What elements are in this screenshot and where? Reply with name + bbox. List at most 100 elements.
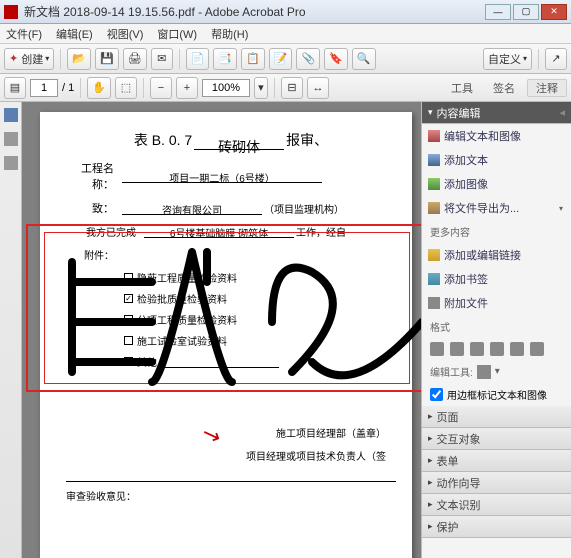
tool-d[interactable]: 📝 bbox=[269, 48, 293, 70]
titlebar: 新文档 2018-09-14 19.15.56.pdf - Adobe Acro… bbox=[0, 0, 571, 24]
page-thumb-button[interactable]: ▤ bbox=[4, 77, 26, 99]
add-link-button[interactable]: 添加或编辑链接 bbox=[422, 243, 571, 267]
fit-button[interactable]: ⊟ bbox=[281, 77, 303, 99]
hand-tool[interactable]: ✋ bbox=[87, 77, 111, 99]
fmt-icon[interactable] bbox=[470, 342, 484, 356]
pdf-page: 表 B. 0. 7砖砌体报审、 工程名称： 项目一期二标（6号楼） 致： 咨询有限公… bbox=[40, 112, 412, 558]
open-button[interactable]: 📂 bbox=[67, 48, 91, 70]
section-content-edit[interactable]: ▾内容编辑◂ bbox=[422, 102, 571, 124]
tool-a[interactable]: 📄 bbox=[186, 48, 210, 70]
tool-e[interactable]: 📎 bbox=[296, 48, 320, 70]
fmt-icon[interactable] bbox=[530, 342, 544, 356]
fmt-icon[interactable] bbox=[510, 342, 524, 356]
mail-button[interactable]: ✉ bbox=[151, 48, 173, 70]
export-icon bbox=[428, 202, 440, 214]
signature-line-2: 项目经理或项目技术负责人（签 bbox=[66, 448, 386, 463]
signature-line-1: 施工项目经理部（盖章） bbox=[66, 425, 386, 440]
menubar: 文件(F) 编辑(E) 视图(V) 窗口(W) 帮助(H) bbox=[0, 24, 571, 44]
print-button[interactable]: 🖨 bbox=[123, 48, 147, 70]
edit-icon bbox=[428, 130, 440, 142]
checkbox-row: ✓检验批质量检验资料 bbox=[124, 291, 396, 306]
checkbox-row: 隐蔽工程质量检验资料 bbox=[124, 270, 396, 285]
minimize-button[interactable]: — bbox=[485, 4, 511, 20]
toolbar: ✦ 创建▾ 📂 💾 🖨 ✉ 📄 📑 📋 📝 📎 🔖 🔍 自定义▾ ↗ bbox=[0, 44, 571, 74]
nav-sign[interactable]: 签名 bbox=[485, 80, 523, 96]
flow-checkbox[interactable] bbox=[430, 388, 443, 401]
edit-tools-label: 编辑工具: bbox=[430, 364, 473, 379]
flow-checkbox-row[interactable]: 用边框标记文本和图像 bbox=[422, 383, 571, 406]
left-nav bbox=[0, 102, 22, 558]
menu-help[interactable]: 帮助(H) bbox=[211, 26, 248, 42]
zoom-dropdown[interactable]: ▾ bbox=[254, 77, 268, 99]
add-image-button[interactable]: 添加图像 bbox=[422, 172, 571, 196]
nav-notes[interactable]: 注释 bbox=[527, 79, 567, 97]
tool-icon[interactable] bbox=[477, 365, 491, 379]
add-text-button[interactable]: 添加文本 bbox=[422, 148, 571, 172]
page-number-input[interactable] bbox=[30, 79, 58, 97]
tool-f[interactable]: 🔖 bbox=[324, 48, 348, 70]
menu-edit[interactable]: 编辑(E) bbox=[56, 26, 93, 42]
section-ocr[interactable]: ▸文本识别 bbox=[422, 494, 571, 516]
section-protect[interactable]: ▸保护 bbox=[422, 516, 571, 538]
attach-file-button[interactable]: 附加文件 bbox=[422, 291, 571, 315]
value-to: 咨询有限公司 bbox=[122, 202, 262, 215]
nav-tools[interactable]: 工具 bbox=[443, 80, 481, 96]
bookmark-add-icon bbox=[428, 273, 440, 285]
fit-width-button[interactable]: ↔ bbox=[307, 77, 329, 99]
zoom-in-button[interactable]: + bbox=[176, 77, 198, 99]
edit-text-image-button[interactable]: 编辑文本和图像 bbox=[422, 124, 571, 148]
paperclip-icon bbox=[428, 297, 440, 309]
select-tool[interactable]: ⬚ bbox=[115, 77, 137, 99]
page-total: / 1 bbox=[62, 82, 74, 94]
label-done: 我方已完成 bbox=[66, 224, 136, 239]
section-pages[interactable]: ▸页面 bbox=[422, 406, 571, 428]
section-forms[interactable]: ▸表单 bbox=[422, 450, 571, 472]
save-button[interactable]: 💾 bbox=[95, 48, 119, 70]
label-attachments: 附件： bbox=[66, 247, 114, 262]
label-project: 工程名称： bbox=[66, 160, 114, 192]
maximize-button[interactable]: ▢ bbox=[513, 4, 539, 20]
format-icons bbox=[422, 338, 571, 360]
value-done: 6号楼基础脑膜 砌筑体 bbox=[144, 225, 294, 238]
tool-c[interactable]: 📋 bbox=[241, 48, 265, 70]
value-project: 项目一期二标（6号楼） bbox=[122, 170, 322, 183]
tool-b[interactable]: 📑 bbox=[213, 48, 237, 70]
create-button[interactable]: ✦ 创建▾ bbox=[4, 48, 54, 70]
checkbox-row: 分项工程质量检验资料 bbox=[124, 312, 396, 327]
checkbox-row: 其他 bbox=[124, 354, 396, 369]
menu-file[interactable]: 文件(F) bbox=[6, 26, 42, 42]
customize-button[interactable]: 自定义▾ bbox=[483, 48, 532, 70]
window-title: 新文档 2018-09-14 19.15.56.pdf - Adobe Acro… bbox=[24, 3, 485, 20]
zoom-out-button[interactable]: − bbox=[150, 77, 172, 99]
menu-view[interactable]: 视图(V) bbox=[107, 26, 144, 42]
fmt-icon[interactable] bbox=[430, 342, 444, 356]
image-icon bbox=[428, 178, 440, 190]
bookmark-icon[interactable] bbox=[4, 132, 18, 146]
tool-g[interactable]: 🔍 bbox=[352, 48, 376, 70]
navbar: ▤ / 1 ✋ ⬚ − + ▾ ⊟ ↔ 工具 签名 注释 bbox=[0, 74, 571, 102]
fmt-icon[interactable] bbox=[490, 342, 504, 356]
more-content-label: 更多内容 bbox=[422, 220, 571, 243]
section-actions[interactable]: ▸动作向导 bbox=[422, 472, 571, 494]
zoom-input[interactable] bbox=[202, 79, 250, 97]
share-button[interactable]: ↗ bbox=[545, 48, 567, 70]
document-area[interactable]: 表 B. 0. 7砖砌体报审、 工程名称： 项目一期二标（6号楼） 致： 咨询有限公… bbox=[22, 102, 421, 558]
export-button[interactable]: 将文件导出为...▾ bbox=[422, 196, 571, 220]
form-heading: 表 B. 0. 7砖砌体报审、 bbox=[66, 130, 396, 150]
text-icon bbox=[428, 154, 440, 166]
label-to: 致： bbox=[66, 200, 114, 216]
close-icon[interactable]: ◂ bbox=[559, 106, 565, 119]
fmt-icon[interactable] bbox=[450, 342, 464, 356]
section-interactive[interactable]: ▸交互对象 bbox=[422, 428, 571, 450]
attachment-icon[interactable] bbox=[4, 156, 18, 170]
close-button[interactable]: ✕ bbox=[541, 4, 567, 20]
menu-window[interactable]: 窗口(W) bbox=[157, 26, 197, 42]
link-icon bbox=[428, 249, 440, 261]
tools-panel: ▾内容编辑◂ 编辑文本和图像 添加文本 添加图像 将文件导出为...▾ 更多内容… bbox=[421, 102, 571, 558]
add-bookmark-button[interactable]: 添加书签 bbox=[422, 267, 571, 291]
checkbox-row: 施工试验室试验资料 bbox=[124, 333, 396, 348]
thumbnails-icon[interactable] bbox=[4, 108, 18, 122]
app-icon bbox=[4, 5, 18, 19]
review-label: 审查验收意见： bbox=[66, 488, 396, 503]
format-label: 格式 bbox=[422, 315, 571, 338]
